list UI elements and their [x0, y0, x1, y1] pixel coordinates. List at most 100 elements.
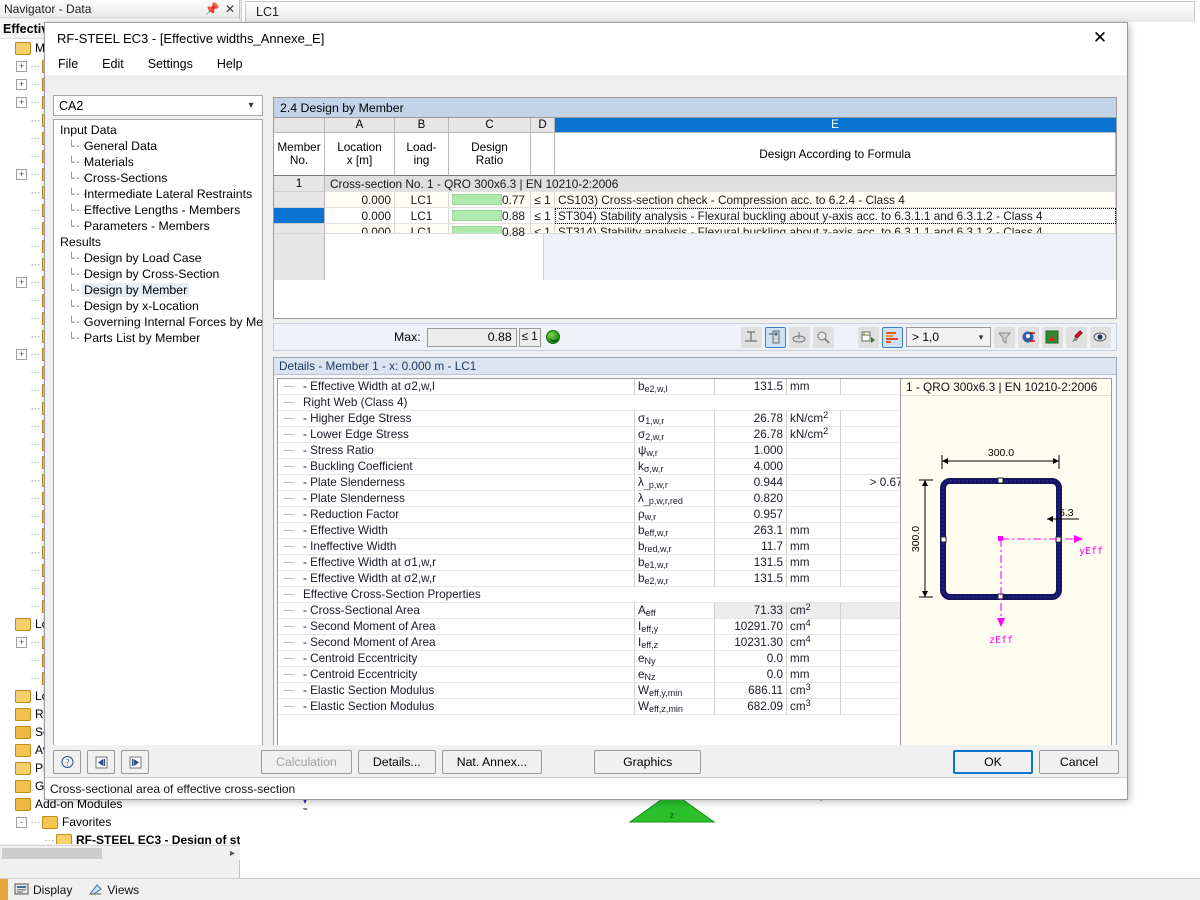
tree-spacer: [16, 115, 27, 126]
design-case-combobox[interactable]: CA2 ▾: [53, 95, 263, 116]
tree-spacer: [16, 565, 27, 576]
details-button[interactable]: Details...: [358, 750, 436, 774]
close-icon[interactable]: ✕: [221, 2, 239, 16]
module-tree-item-materials[interactable]: └··Materials: [54, 154, 262, 170]
cell-loading[interactable]: LC1: [395, 192, 449, 208]
module-tree-item-design-by-x-location[interactable]: └··Design by x-Location: [54, 298, 262, 314]
dialog-menubar[interactable]: File Edit Settings Help: [45, 53, 1127, 75]
module-navigator-tree[interactable]: Input Data└··General Data└··Materials└··…: [53, 119, 263, 759]
menu-item-file[interactable]: File: [55, 56, 81, 72]
module-tree-item-input-data[interactable]: Input Data: [54, 122, 262, 138]
tree-connector: —: [278, 459, 300, 475]
load-case-tab[interactable]: LC1: [245, 1, 1195, 22]
details-table[interactable]: —- Effective Width at σ2,w,lbe2,w,l131.5…: [277, 378, 942, 792]
chevron-down-icon[interactable]: ▾: [972, 332, 990, 343]
menu-item-settings[interactable]: Settings: [145, 56, 196, 72]
funnel-icon[interactable]: [994, 327, 1015, 348]
details-row-label: - Cross-Sectional Area: [300, 603, 635, 619]
module-tree-item-effective-lengths-members[interactable]: └··Effective Lengths - Members: [54, 202, 262, 218]
column-header-b[interactable]: B: [395, 118, 449, 133]
collapse-icon[interactable]: -: [16, 817, 27, 828]
cancel-button[interactable]: Cancel: [1039, 750, 1119, 774]
column-header-e[interactable]: E: [555, 118, 1116, 133]
statusbar-item-display[interactable]: Display: [8, 883, 82, 897]
pin-result-icon[interactable]: [1066, 327, 1087, 348]
header-limit: [531, 133, 555, 176]
details-unit: cm2: [787, 603, 841, 619]
eye-visibility-icon[interactable]: [1090, 327, 1111, 348]
expand-icon[interactable]: +: [16, 169, 27, 180]
results-grid[interactable]: ABCDEMemberNo.Locationx [m]Load-ingDesig…: [274, 118, 1116, 240]
chevron-right-icon[interactable]: ▸: [225, 848, 240, 859]
graphics-button[interactable]: Graphics: [594, 750, 701, 774]
column-header-d[interactable]: D: [531, 118, 555, 133]
navigator-hscroll-thumb[interactable]: [2, 848, 102, 859]
close-icon[interactable]: ✕: [1079, 24, 1121, 52]
chevron-down-icon[interactable]: ▾: [240, 100, 262, 111]
tree-spacer: [2, 781, 13, 792]
expand-icon[interactable]: +: [16, 349, 27, 360]
cell-location[interactable]: 0.000: [325, 208, 395, 224]
export-excel-icon[interactable]: [1042, 327, 1063, 348]
module-tree-item-results[interactable]: Results: [54, 234, 262, 250]
details-symbol: eNz: [635, 667, 715, 683]
expand-icon[interactable]: +: [16, 277, 27, 288]
filter-select[interactable]: > 1,0 ▾: [906, 327, 991, 347]
details-unit: kN/cm2: [787, 411, 841, 427]
nat-annex-button[interactable]: Nat. Annex...: [442, 750, 542, 774]
cell-design-formula[interactable]: CS103) Cross-section check - Compression…: [555, 192, 1116, 208]
ok-button[interactable]: OK: [953, 750, 1033, 774]
group-row-number[interactable]: 1: [274, 176, 325, 192]
column-header-c[interactable]: C: [449, 118, 531, 133]
module-tree-item-label: Materials: [82, 155, 136, 169]
module-tree-item-intermediate-lateral-restraints[interactable]: └··Intermediate Lateral Restraints: [54, 186, 262, 202]
column-header-a[interactable]: A: [325, 118, 395, 133]
module-tree-item-governing-internal-forces-by-member[interactable]: └··Governing Internal Forces by Member: [54, 314, 262, 330]
calculation-button[interactable]: Calculation: [261, 750, 352, 774]
module-tree-item-parameters-members[interactable]: └··Parameters - Members: [54, 218, 262, 234]
detail-result-icon[interactable]: [813, 327, 834, 348]
folder-icon: [56, 834, 72, 845]
expand-icon[interactable]: +: [16, 79, 27, 90]
cell-design-formula[interactable]: ST304) Stability analysis - Flexural buc…: [555, 208, 1116, 224]
expand-icon[interactable]: +: [16, 637, 27, 648]
statusbar-item-views[interactable]: Views: [82, 883, 149, 897]
details-row-label: - Higher Edge Stress: [300, 411, 635, 427]
cell-loading[interactable]: LC1: [395, 208, 449, 224]
cell-location[interactable]: 0.000: [325, 192, 395, 208]
tree-spacer: [16, 457, 27, 468]
details-row-label: - Ineffective Width: [300, 539, 635, 555]
member-result-icon[interactable]: [741, 327, 762, 348]
next-module-icon[interactable]: [121, 750, 149, 774]
navigator-hscrollbar[interactable]: ▸: [0, 845, 240, 860]
cell-design-ratio[interactable]: 0.88: [449, 208, 531, 224]
module-tree-item-design-by-member[interactable]: └··Design by Member: [54, 282, 262, 298]
module-tree-item-cross-sections[interactable]: └··Cross-Sections: [54, 170, 262, 186]
navigator-tree-item[interactable]: -···Favorites: [0, 813, 240, 831]
details-value: 263.1: [715, 523, 787, 539]
previous-module-icon[interactable]: [87, 750, 115, 774]
pin-icon[interactable]: 📌: [203, 2, 221, 16]
cell-design-ratio[interactable]: 0.77: [449, 192, 531, 208]
module-tree-item-parts-list-by-member[interactable]: └··Parts List by Member: [54, 330, 262, 346]
color-bars-icon[interactable]: [882, 327, 903, 348]
menu-item-edit[interactable]: Edit: [99, 56, 127, 72]
module-tree-item-design-by-load-case[interactable]: └··Design by Load Case: [54, 250, 262, 266]
module-tree-item-design-by-cross-section[interactable]: └··Design by Cross-Section: [54, 266, 262, 282]
menu-item-help[interactable]: Help: [214, 56, 246, 72]
results-table-caption: 2.4 Design by Member: [274, 98, 1116, 118]
surface-result-icon[interactable]: [789, 327, 810, 348]
expand-icon[interactable]: +: [16, 97, 27, 108]
row-selector[interactable]: [274, 208, 325, 224]
details-value: 0.0: [715, 651, 787, 667]
cross-section-result-icon[interactable]: [765, 327, 786, 348]
module-tree-item-general-data[interactable]: └··General Data: [54, 138, 262, 154]
expand-icon[interactable]: +: [16, 61, 27, 72]
row-selector[interactable]: [274, 192, 325, 208]
view-mode-icon[interactable]: [1018, 327, 1039, 348]
table-filter-icon[interactable]: [858, 327, 879, 348]
cross-section-drawing[interactable]: 300.0 300.0: [901, 397, 1111, 761]
navigator-tree-item[interactable]: ···RF-STEEL EC3 - Design of steel member…: [0, 831, 240, 844]
help-question-icon[interactable]: ?: [53, 750, 81, 774]
dialog-footer: ? Calculation Details...: [45, 745, 1127, 799]
